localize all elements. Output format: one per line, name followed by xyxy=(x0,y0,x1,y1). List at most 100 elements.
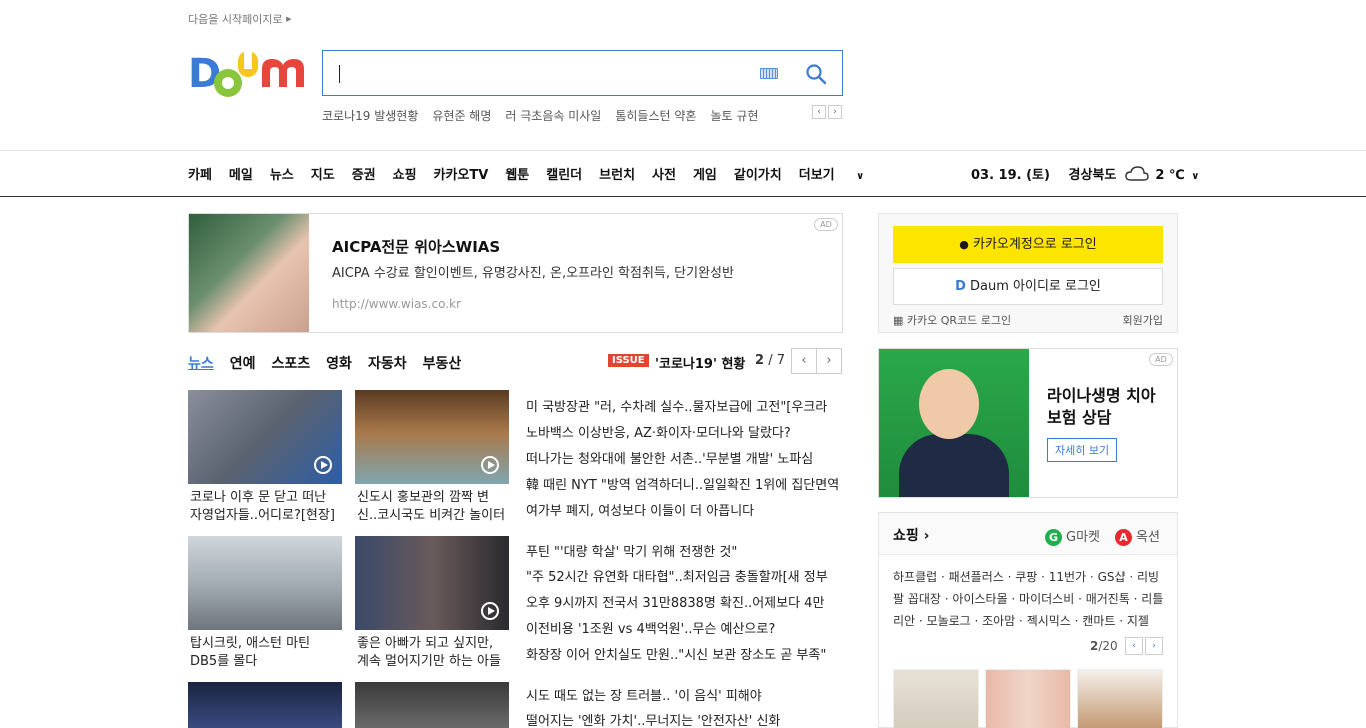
page-total: /20 xyxy=(1098,639,1118,653)
tab-movie[interactable]: 영화 xyxy=(326,356,352,372)
ad-badge: AD xyxy=(814,218,838,231)
logo-letter-m xyxy=(262,59,304,87)
headline-link[interactable]: 여가부 폐지, 여성보다 이들이 더 아픕니다 xyxy=(526,500,843,519)
chevron-right-icon[interactable]: › xyxy=(828,105,842,119)
daum-d-icon: D xyxy=(955,279,966,294)
news-thumbnail[interactable] xyxy=(188,682,342,728)
headline-link[interactable]: 화장장 이어 안치실도 만원.."시신 보관 장소도 곧 부족" xyxy=(526,644,843,663)
nav-item-shopping[interactable]: 쇼핑 xyxy=(393,168,417,183)
headline-link[interactable]: 노바백스 이상반응, AZ·화이자·모더나와 달랐다? xyxy=(526,422,843,441)
tab-sports[interactable]: 스포츠 xyxy=(272,356,311,372)
ad-detail-button[interactable]: 자세히 보기 xyxy=(1047,438,1118,462)
shopping-title[interactable]: 쇼핑 › xyxy=(893,525,929,545)
issue-link[interactable]: 유현준 해명 xyxy=(432,109,491,123)
kakao-login-button[interactable]: ● 카카오계정으로 로그인 xyxy=(893,226,1163,263)
news-caption[interactable]: 좋은 아빠가 되고 싶지만, 계속 멀어지기만 하는 아들 xyxy=(357,635,507,671)
headline-link[interactable]: 오후 9시까지 전국서 31만8838명 확진..어제보다 4만 xyxy=(526,592,843,611)
issue-topic-link[interactable]: '코로나19' 현황 xyxy=(655,353,745,372)
headline-link[interactable]: 시도 때도 없는 장 트러블.. '이 음식' 피해야 xyxy=(526,685,843,704)
product-thumbnail[interactable] xyxy=(985,669,1071,728)
news-thumbnail[interactable] xyxy=(355,682,509,728)
auction-label: 옥션 xyxy=(1136,530,1160,545)
nav-item-game[interactable]: 게임 xyxy=(693,168,717,183)
product-thumbnail[interactable] xyxy=(893,669,979,728)
ad-description: AICPA 수강료 할인이벤트, 유명강사진, 온,오프라인 학점취득, 단기완… xyxy=(332,266,734,281)
headline-link[interactable]: 미 국방장관 "러, 수차례 실수..물자보급에 고전"[우크라 xyxy=(526,396,843,415)
chevron-right-icon: › xyxy=(923,528,930,544)
headline-link[interactable]: 떨어지는 '엔화 가치'..무너지는 '안전자산' 신화 xyxy=(526,710,843,728)
auction-link[interactable]: A 옥션 xyxy=(1115,526,1160,546)
qr-login-link[interactable]: ▦ 카카오 QR코드 로그인 xyxy=(893,312,1011,328)
nav-item-brunch[interactable]: 브런치 xyxy=(599,168,635,183)
chevron-right-icon[interactable]: › xyxy=(1145,637,1163,655)
shopping-pager-count: 2/20 xyxy=(1090,639,1118,653)
nav-item-mail[interactable]: 메일 xyxy=(229,168,253,183)
nav-item-calendar[interactable]: 캘린더 xyxy=(546,168,582,183)
headline-link[interactable]: 푸틴 "'대량 학살' 막기 위해 전쟁한 것" xyxy=(526,541,843,560)
side-ad[interactable]: 라이나생명 치아보험 상담 자세히 보기 AD xyxy=(878,348,1178,498)
headline-link[interactable]: 韓 때린 NYT "방역 엄격하더니..일일확진 1위에 집단면역 xyxy=(526,474,843,493)
banner-ad[interactable]: AICPA전문 위아스WIAS AICPA 수강료 할인이벤트, 유명강사진, … xyxy=(188,213,843,333)
tab-realestate[interactable]: 부동산 xyxy=(423,356,462,372)
keyboard-icon[interactable] xyxy=(760,68,778,79)
text-cursor xyxy=(339,65,340,83)
chevron-left-icon[interactable]: ‹ xyxy=(1125,637,1143,655)
chevron-left-icon[interactable]: ‹ xyxy=(791,348,817,374)
chevron-down-icon: ∨ xyxy=(1191,171,1200,182)
issue-link[interactable]: 코로나19 발생현황 xyxy=(322,109,418,123)
gmarket-icon: G xyxy=(1045,529,1062,546)
news-thumbnail[interactable] xyxy=(355,536,509,630)
chevron-right-icon[interactable]: › xyxy=(816,348,842,374)
shopping-links[interactable]: 하프클럽 · 패션플러스 · 쿠팡 · 11번가 · GS샵 · 리빙팔 꼽대장… xyxy=(893,566,1168,632)
issue-link[interactable]: 놀토 규현 xyxy=(710,109,758,123)
news-thumbnail[interactable] xyxy=(188,536,342,630)
nav-item-together[interactable]: 같이가치 xyxy=(734,168,782,183)
page-total: / 7 xyxy=(768,353,785,368)
logo-a-inner xyxy=(222,77,234,89)
news-pager-buttons: ‹ › xyxy=(791,348,842,374)
nav-item-kakaotv[interactable]: 카카오TV xyxy=(434,168,489,183)
daum-logo[interactable]: D xyxy=(188,49,306,99)
search-icon[interactable] xyxy=(805,63,827,85)
news-thumbnail[interactable] xyxy=(355,390,509,484)
signup-link[interactable]: 회원가입 xyxy=(1123,312,1163,328)
news-tabs: 뉴스 연예 스포츠 영화 자동차 부동산 xyxy=(188,353,477,373)
tab-car[interactable]: 자동차 xyxy=(368,356,407,372)
nav-item-cafe[interactable]: 카페 xyxy=(188,168,212,183)
headline-link[interactable]: 떠나가는 청와대에 불안한 서촌..'무분별 개발' 노파심 xyxy=(526,448,843,467)
nav-item-news[interactable]: 뉴스 xyxy=(270,168,294,183)
daum-login-label: Daum 아이디로 로그인 xyxy=(970,279,1101,294)
search-box[interactable] xyxy=(322,50,843,96)
ad-title: 라이나생명 치아보험 상담 xyxy=(1047,386,1156,427)
start-page-link[interactable]: 다음을 시작페이지로 ▶ xyxy=(188,11,291,27)
tab-entertainment[interactable]: 연예 xyxy=(230,356,256,372)
news-thumbnail[interactable] xyxy=(188,390,342,484)
news-caption[interactable]: 탑시크릿, 애스턴 마틴 DB5를 몰다 xyxy=(190,635,340,671)
nav-item-dictionary[interactable]: 사전 xyxy=(652,168,676,183)
news-caption[interactable]: 코로나 이후 문 닫고 떠난 자영업자들..어디로?[현장] xyxy=(190,489,340,525)
issue-badge: ISSUE xyxy=(608,354,649,367)
ad-image xyxy=(879,349,1029,497)
headline-link[interactable]: 이전비용 '1조원 vs 4백억원'..무슨 예산으로? xyxy=(526,618,843,637)
login-box: ● 카카오계정으로 로그인 D Daum 아이디로 로그인 ▦ 카카오 QR코드… xyxy=(878,213,1178,333)
nav-item-webtoon[interactable]: 웹툰 xyxy=(505,168,529,183)
issue-pager: ‹ › xyxy=(812,105,842,124)
nav-item-map[interactable]: 지도 xyxy=(311,168,335,183)
qr-login-label: 카카오 QR코드 로그인 xyxy=(906,314,1012,327)
nav-item-more[interactable]: 더보기 ∨ xyxy=(799,168,882,183)
product-thumbnail[interactable] xyxy=(1077,669,1163,728)
nav-item-stock[interactable]: 증권 xyxy=(352,168,376,183)
issue-link[interactable]: 러 극초음속 미사일 xyxy=(505,109,601,123)
chevron-left-icon[interactable]: ‹ xyxy=(812,105,826,119)
headline-link[interactable]: "주 52시간 유연화 대타협"..최저임금 충돌할까[새 정부 xyxy=(526,566,843,585)
chevron-down-icon: ∨ xyxy=(856,171,865,182)
ad-title: AICPA전문 위아스WIAS xyxy=(332,238,501,256)
service-nav: 카페 메일 뉴스 지도 증권 쇼핑 카카오TV 웹툰 캘린더 브런치 사전 게임 같이가치 더보기 ∨ xyxy=(188,164,881,183)
gmarket-link[interactable]: G G마켓 xyxy=(1045,526,1100,546)
issue-link[interactable]: 톰히들스턴 약혼 xyxy=(615,109,696,123)
news-caption[interactable]: 신도시 홍보관의 깜짝 변신..코시국도 비켜간 놀이터 xyxy=(357,489,507,525)
tab-news[interactable]: 뉴스 xyxy=(188,356,214,372)
daum-login-button[interactable]: D Daum 아이디로 로그인 xyxy=(893,268,1163,305)
weather-widget[interactable]: 03. 19. (토) 경상북도 2 ℃ ∨ xyxy=(971,164,1199,183)
play-icon xyxy=(314,456,332,474)
